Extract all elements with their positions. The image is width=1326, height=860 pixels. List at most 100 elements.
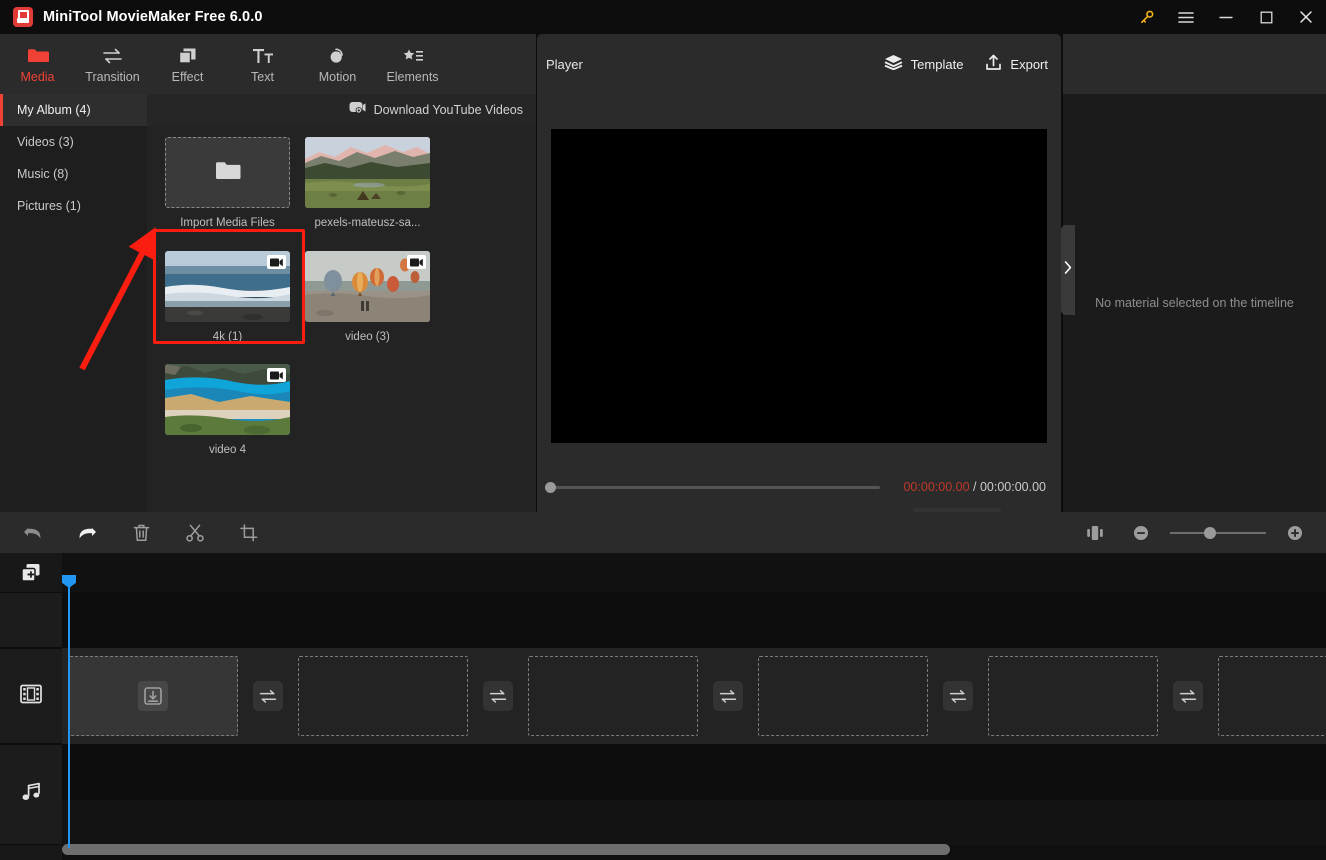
media-item-label: video (3) — [345, 331, 390, 343]
player-header-actions: Template Export — [884, 54, 1048, 76]
transition-icon — [102, 45, 123, 65]
timecode-display: 00:00:00.00 / 00:00:00.00 — [903, 480, 1046, 494]
split-button[interactable] — [178, 518, 212, 548]
window-controls — [1126, 0, 1326, 34]
key-icon[interactable] — [1126, 0, 1166, 34]
layers-icon — [884, 54, 903, 75]
maximize-icon[interactable] — [1246, 0, 1286, 34]
media-category-list: My Album (4) Videos (3) Music (8) Pictur… — [0, 94, 147, 512]
panel-collapse-handle[interactable] — [1061, 225, 1075, 315]
video-badge-icon — [267, 368, 286, 382]
media-item-label: 4k (1) — [212, 331, 243, 343]
window-title: MiniTool MovieMaker Free 6.0.0 — [43, 9, 263, 25]
import-drop-area[interactable] — [165, 137, 290, 208]
video-badge-icon — [267, 255, 286, 269]
sidebar-item-label: My Album (4) — [17, 103, 91, 117]
main-toolbar: Media Transition Effect Text Motion Elem… — [0, 34, 536, 94]
media-grid: Import Media Files pexels-mateusz-sa... … — [147, 125, 536, 512]
timeline-toolbar — [0, 512, 1326, 553]
timeline-clip-placeholder[interactable] — [68, 656, 238, 736]
tab-transition[interactable]: Transition — [75, 34, 150, 94]
drop-media-icon — [138, 681, 168, 711]
media-thumbnail[interactable] — [305, 137, 430, 208]
media-item-video3[interactable]: video (3) — [305, 251, 430, 343]
timeline-gap-lane[interactable] — [62, 744, 1326, 800]
undo-button[interactable] — [16, 518, 50, 548]
timeline-scrollbar-track[interactable] — [62, 844, 1326, 855]
redo-button[interactable] — [70, 518, 104, 548]
timeline-scrollbar-thumb[interactable] — [62, 844, 950, 855]
transition-slot-button[interactable] — [713, 681, 743, 711]
timeline-ruler[interactable] — [62, 553, 1326, 592]
elements-icon — [402, 45, 424, 65]
media-thumbnail[interactable] — [305, 251, 430, 322]
media-item-pexels[interactable]: pexels-mateusz-sa... — [305, 137, 430, 229]
audio-track-lane[interactable] — [62, 800, 1326, 845]
timeline — [0, 553, 1326, 860]
text-icon — [252, 45, 274, 65]
tab-text[interactable]: Text — [225, 34, 300, 94]
zoom-out-button[interactable] — [1124, 518, 1158, 548]
transition-slot-button[interactable] — [1173, 681, 1203, 711]
sidebar-item-pictures[interactable]: Pictures (1) — [0, 190, 147, 222]
sidebar-item-videos[interactable]: Videos (3) — [0, 126, 147, 158]
tab-elements[interactable]: Elements — [375, 34, 450, 94]
text-track-header[interactable] — [0, 592, 62, 648]
seek-handle[interactable] — [545, 481, 556, 493]
timeline-clip-placeholder[interactable] — [528, 656, 698, 736]
timeline-clip-placeholder[interactable] — [988, 656, 1158, 736]
video-track-header[interactable] — [0, 648, 62, 744]
video-track-lane[interactable] — [62, 648, 1326, 744]
delete-button[interactable] — [124, 518, 158, 548]
minimize-icon[interactable] — [1206, 0, 1246, 34]
template-button[interactable]: Template — [884, 54, 964, 75]
menu-icon[interactable] — [1166, 0, 1206, 34]
media-thumbnail[interactable] — [165, 364, 290, 435]
media-item-label: pexels-mateusz-sa... — [314, 217, 421, 229]
media-panel: Download YouTube Videos My Album (4) Vid… — [0, 94, 536, 512]
add-media-button[interactable] — [0, 553, 62, 592]
tab-effect[interactable]: Effect — [150, 34, 225, 94]
timeline-clip-placeholder[interactable] — [758, 656, 928, 736]
timeline-playhead[interactable] — [62, 575, 76, 848]
properties-panel: No material selected on the timeline — [1063, 34, 1326, 512]
timeline-clip-placeholder[interactable] — [1218, 656, 1326, 736]
tab-elements-label: Elements — [386, 69, 439, 84]
media-item-video4[interactable]: video 4 — [165, 364, 290, 456]
sidebar-item-music[interactable]: Music (8) — [0, 158, 147, 190]
media-item-4k[interactable]: 4k (1) — [165, 251, 290, 343]
tab-media-label: Media — [20, 69, 55, 84]
zoom-slider[interactable] — [1170, 526, 1266, 539]
timeline-clip-placeholder[interactable] — [298, 656, 468, 736]
zoom-in-button[interactable] — [1278, 518, 1312, 548]
sidebar-item-label: Videos (3) — [17, 135, 74, 149]
tab-media[interactable]: Media — [0, 34, 75, 94]
export-button[interactable]: Export — [985, 54, 1048, 76]
download-youtube-button[interactable]: Download YouTube Videos — [349, 94, 523, 125]
text-track-lane[interactable] — [62, 592, 1326, 648]
template-label: Template — [910, 57, 964, 72]
tab-motion[interactable]: Motion — [300, 34, 375, 94]
seek-row: 00:00:00.00 / 00:00:00.00 — [545, 477, 1047, 497]
preview-stage[interactable] — [551, 129, 1047, 443]
app-window: MiniTool MovieMaker Free 6.0.0 Media Tra… — [0, 0, 1326, 860]
close-icon[interactable] — [1286, 0, 1326, 34]
import-media-tile[interactable]: Import Media Files — [165, 137, 290, 229]
timeline-toolbar-left — [16, 512, 266, 553]
zoom-handle[interactable] — [1204, 526, 1216, 539]
seek-slider[interactable] — [545, 481, 880, 493]
transition-slot-button[interactable] — [943, 681, 973, 711]
media-thumbnail[interactable] — [165, 251, 290, 322]
title-bar: MiniTool MovieMaker Free 6.0.0 — [0, 0, 1326, 34]
transition-slot-button[interactable] — [253, 681, 283, 711]
track-headers — [0, 553, 62, 860]
transition-slot-button[interactable] — [483, 681, 513, 711]
audio-track-header[interactable] — [0, 744, 62, 845]
crop-button[interactable] — [232, 518, 266, 548]
current-time: 00:00:00.00 — [903, 480, 970, 494]
motion-icon — [328, 45, 348, 65]
fit-timeline-icon[interactable] — [1078, 518, 1112, 548]
sidebar-item-my-album[interactable]: My Album (4) — [0, 94, 147, 126]
sidebar-item-label: Music (8) — [17, 167, 69, 181]
player-panel: Player Template Export 00:00:00.00 / 00:… — [537, 34, 1061, 532]
